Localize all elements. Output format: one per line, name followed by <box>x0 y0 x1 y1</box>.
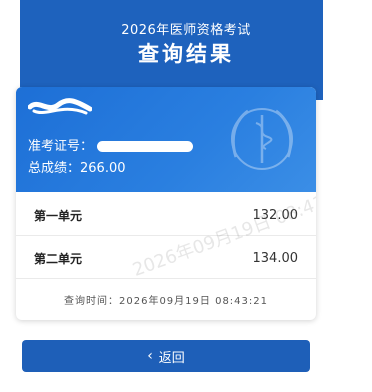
unit-score-row: 第二单元 134.00 <box>16 239 316 279</box>
medical-emblem-icon <box>231 108 293 170</box>
total-score-label: 总成绩： <box>28 161 81 176</box>
exam-name: 2026年医师资格考试 <box>121 23 251 38</box>
unit-score: 134.00 <box>252 251 299 266</box>
page-title: 查询结果 <box>138 42 234 66</box>
back-button-label: 返回 <box>158 350 185 366</box>
unit-label: 第二单元 <box>34 252 83 266</box>
total-score-value: 266.00 <box>80 161 126 176</box>
exam-number-label: 准考证号： <box>28 139 94 154</box>
back-button[interactable]: ‹ 返回 <box>22 340 310 372</box>
unit-score-row: 第一单元 132.00 <box>16 196 316 236</box>
total-score: 总成绩：266.00 <box>28 157 126 176</box>
redaction-scribble <box>28 98 92 115</box>
exam-number-redacted <box>97 141 194 152</box>
result-card: 准考证号： 总成绩：266.00 第一单元 132.00 第二单元 134.00… <box>16 87 316 320</box>
unit-score: 132.00 <box>252 208 299 223</box>
unit-label: 第一单元 <box>34 209 83 223</box>
exam-number: 准考证号： <box>28 135 194 154</box>
result-card-header: 准考证号： 总成绩：266.00 <box>16 87 316 192</box>
page-header: 2026年医师资格考试 查询结果 <box>0 0 372 100</box>
query-time: 查询时间：2026年09月19日 08:43:21 <box>64 296 268 307</box>
chevron-left-icon: ‹ <box>147 348 153 364</box>
